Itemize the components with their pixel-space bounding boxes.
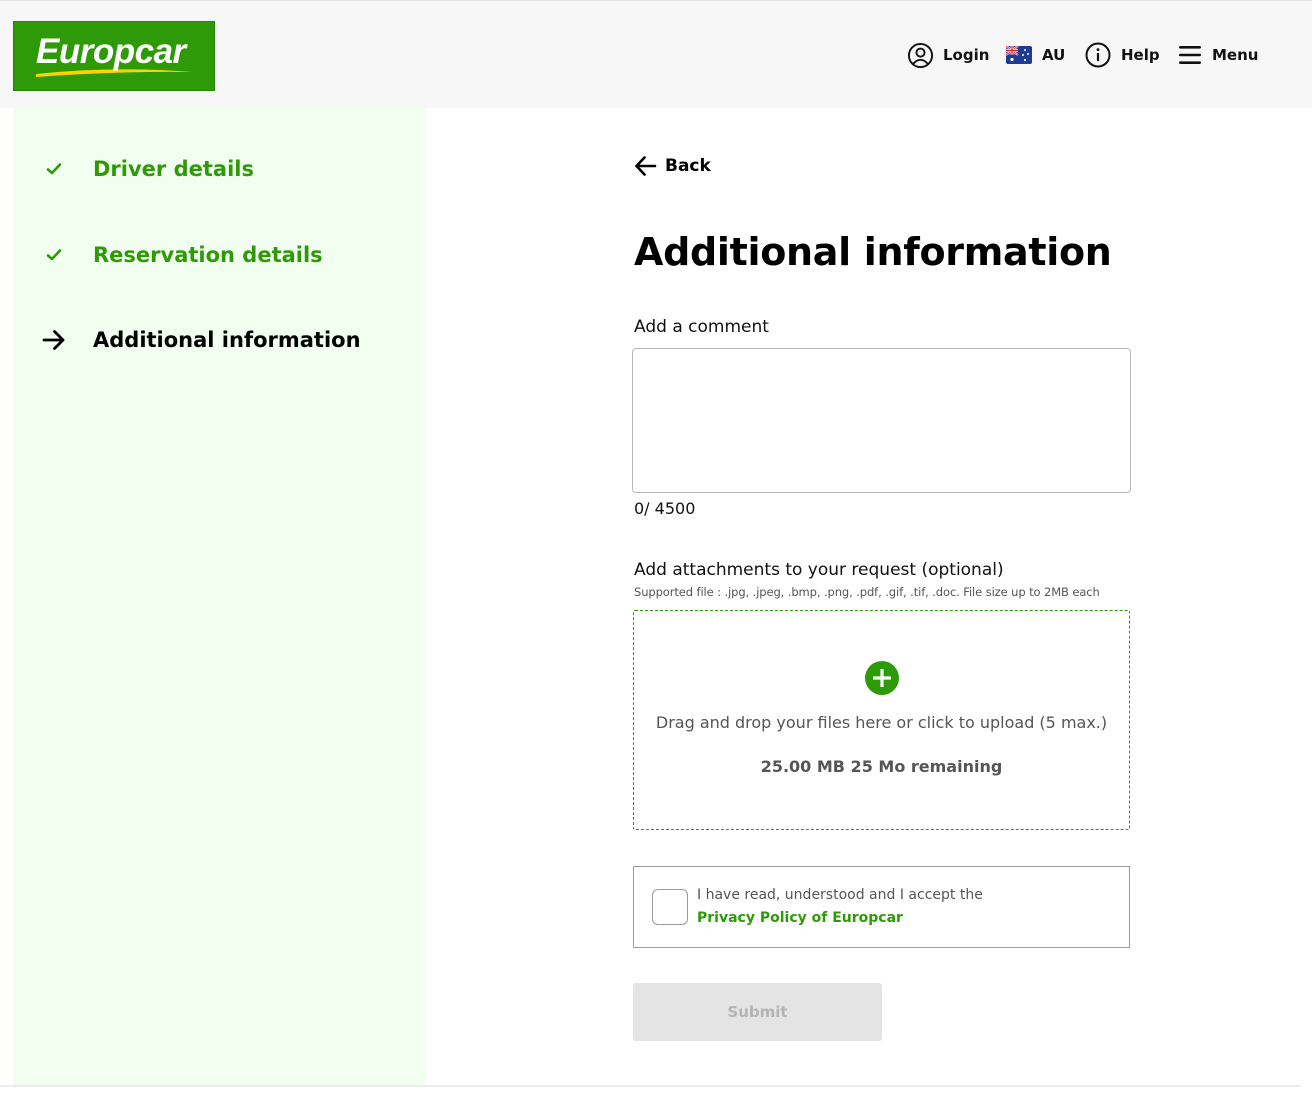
privacy-policy-link[interactable]: Privacy Policy of Europcar — [697, 910, 903, 926]
supported-files-hint: Supported file : .jpg, .jpeg, .bmp, .png… — [634, 585, 1100, 599]
step-label: Reservation details — [93, 243, 323, 267]
login-label: Login — [943, 46, 990, 64]
step-label: Additional information — [93, 328, 361, 352]
hamburger-menu-icon — [1179, 46, 1201, 64]
plus-circle-icon — [865, 661, 899, 695]
comment-textarea[interactable] — [632, 348, 1131, 493]
info-circle-icon — [1085, 42, 1111, 68]
back-button[interactable]: Back — [634, 151, 711, 181]
country-selector[interactable]: AU — [1006, 39, 1065, 71]
comment-label: Add a comment — [634, 317, 769, 337]
country-label: AU — [1042, 46, 1066, 64]
site-header: Europcar Login AU Help Menu — [0, 0, 1312, 108]
menu-label: Menu — [1212, 46, 1259, 64]
page-title: Additional information — [634, 230, 1112, 274]
menu-button[interactable]: Menu — [1178, 39, 1258, 71]
europcar-logo[interactable]: Europcar — [13, 21, 215, 91]
checkmark-icon — [39, 240, 69, 270]
user-circle-icon — [907, 42, 934, 68]
back-label: Back — [665, 156, 711, 176]
help-label: Help — [1121, 46, 1160, 64]
footer-divider — [0, 1085, 1300, 1087]
login-link[interactable]: Login — [907, 39, 989, 71]
step-reservation-details[interactable]: Reservation details — [13, 235, 426, 275]
australia-flag-icon — [1006, 46, 1032, 64]
step-additional-information: Additional information — [13, 320, 426, 360]
arrow-right-icon — [39, 325, 69, 355]
help-link[interactable]: Help — [1085, 39, 1160, 71]
privacy-consent: I have read, understood and I accept the… — [633, 866, 1130, 948]
attachments-label: Add attachments to your request (optiona… — [634, 560, 1004, 580]
storage-remaining: 25.00 MB 25 Mo remaining — [760, 757, 1003, 776]
logo-wordmark: Europcar — [36, 32, 186, 71]
character-counter: 0/ 4500 — [634, 499, 696, 518]
arrow-left-icon — [635, 156, 657, 176]
file-dropzone[interactable]: Drag and drop your files here or click t… — [633, 610, 1130, 830]
step-driver-details[interactable]: Driver details — [13, 149, 426, 189]
submit-button[interactable]: Submit — [633, 983, 882, 1041]
privacy-checkbox[interactable] — [652, 889, 688, 925]
dropzone-instructions: Drag and drop your files here or click t… — [655, 713, 1108, 732]
step-label: Driver details — [93, 157, 254, 181]
consent-text: I have read, understood and I accept the — [697, 887, 983, 903]
checkmark-icon — [39, 154, 69, 184]
progress-sidebar: Driver details Reservation details Addit… — [13, 108, 426, 1085]
